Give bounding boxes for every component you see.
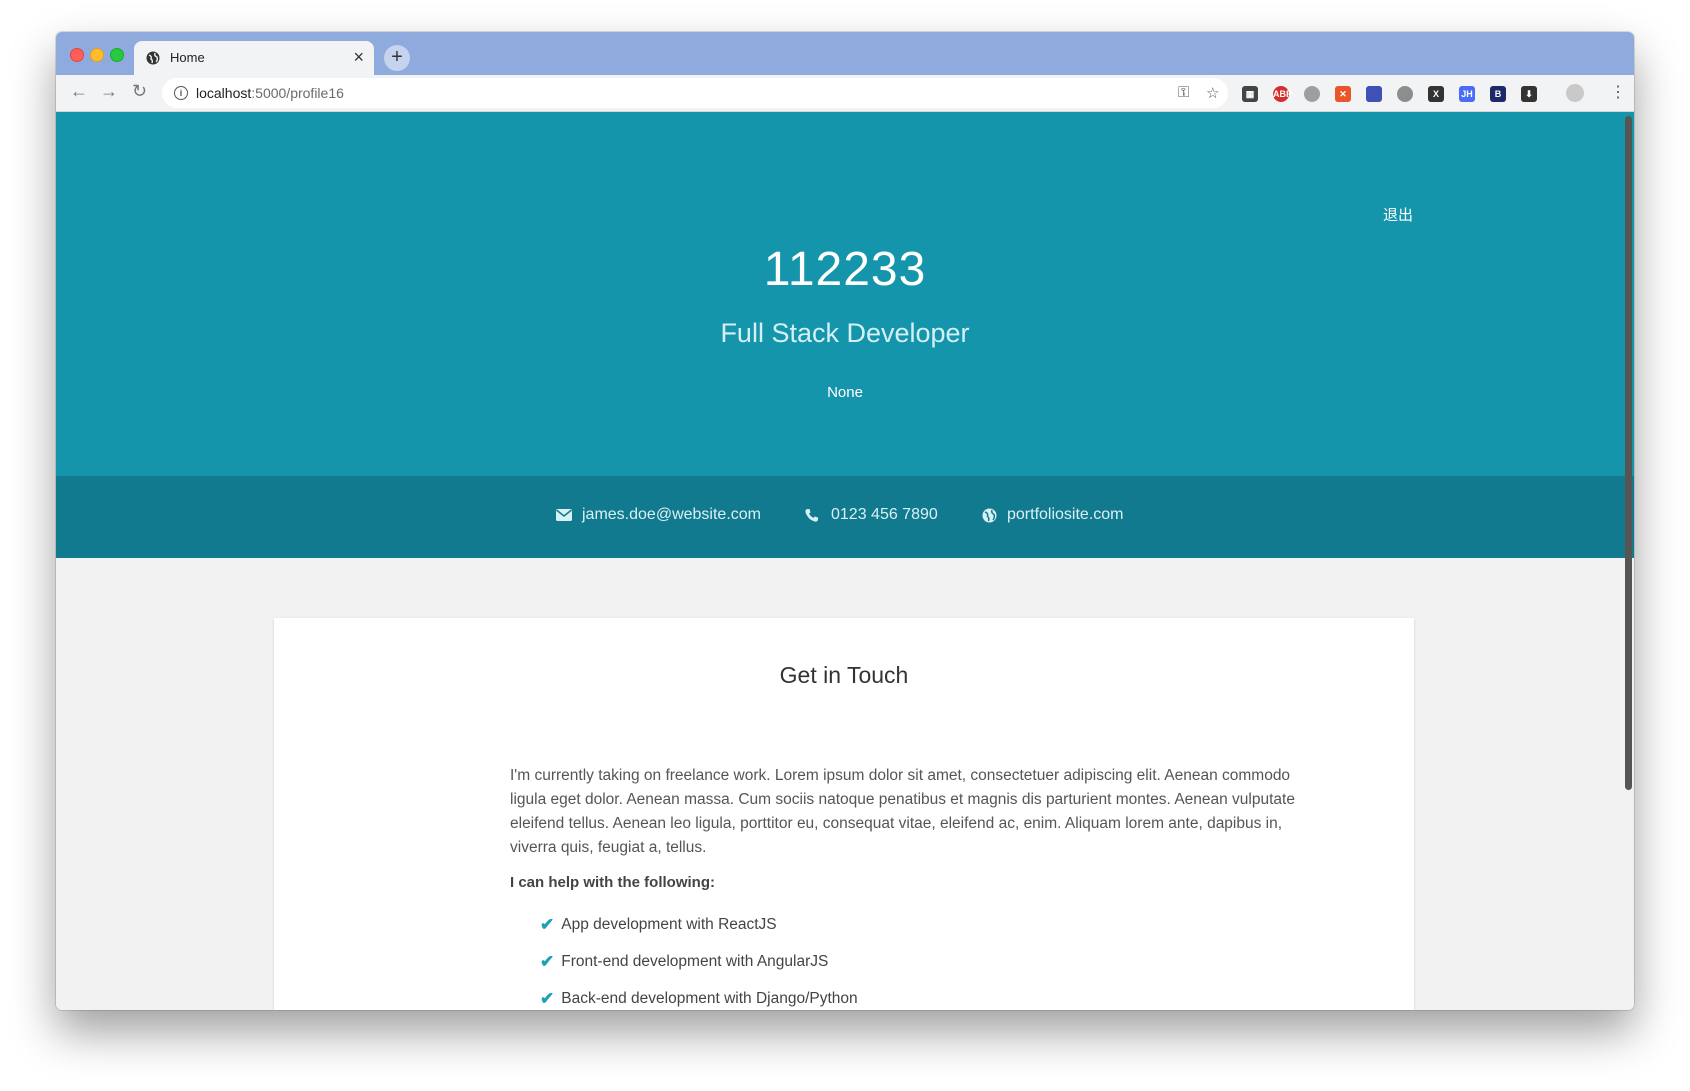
tagline: None — [827, 384, 863, 401]
browser-menu-icon[interactable]: ⋮ — [1610, 82, 1626, 102]
address-bar[interactable]: i localhost:5000/profile16 ⚿ ☆ — [162, 78, 1228, 108]
list-item: ✔ Front-end development with AngularJS — [540, 943, 858, 980]
browser-window: Home × + ← → ↻ i localhost:5000/profile1… — [56, 32, 1634, 1010]
phone-icon — [805, 508, 818, 522]
qr-extension-icon[interactable]: ▦ — [1242, 86, 1258, 102]
job-title: Full Stack Developer — [720, 318, 970, 348]
list-item: ✔ App development with ReactJS — [540, 906, 858, 943]
service-label: App development with ReactJS — [561, 915, 777, 933]
title-bar: Home × + — [56, 32, 1634, 75]
key-icon[interactable]: ⚿ — [1178, 84, 1189, 101]
back-arrow-icon[interactable]: ← — [70, 81, 88, 102]
contact-phone[interactable]: 0123 456 7890 — [804, 506, 938, 524]
profile-avatar-icon[interactable] — [1566, 84, 1584, 102]
phone-text: 0123 456 7890 — [831, 506, 938, 523]
globe-extension-icon[interactable] — [1304, 86, 1320, 102]
page-viewport: 退出 112233 Full Stack Developer None jame… — [56, 112, 1634, 1010]
tab-title: Home — [170, 50, 205, 65]
check-icon: ✔ — [540, 951, 555, 971]
services-list: ✔ App development with ReactJS ✔ Front-end… — [540, 906, 858, 1010]
contact-bar: james.doe@website.com 0123 456 7890 port… — [56, 476, 1634, 558]
jh-extension-icon[interactable]: JH — [1459, 86, 1475, 102]
services-heading: I can help with the following: — [510, 874, 715, 891]
check-icon: ✔ — [540, 914, 555, 934]
get-in-touch-card: Get in Touch I'm currently taking on fre… — [274, 618, 1414, 1010]
profile-header: 退出 112233 Full Stack Developer None — [56, 112, 1634, 476]
tab-close-icon[interactable]: × — [353, 46, 364, 68]
minimize-window-button[interactable] — [90, 48, 104, 62]
website-text: portfoliosite.com — [1007, 506, 1124, 523]
world-extension-icon[interactable] — [1397, 86, 1413, 102]
colorful-extension-icon[interactable] — [1366, 86, 1382, 102]
download-extension-icon[interactable]: ⬇ — [1521, 86, 1537, 102]
star-icon[interactable]: ☆ — [1206, 84, 1219, 102]
list-item: ✔ Back-end development with Django/Python — [540, 980, 858, 1010]
contact-email[interactable]: james.doe@website.com — [556, 506, 761, 524]
check-icon: ✔ — [540, 988, 555, 1008]
url-path: :5000/profile16 — [251, 85, 344, 101]
intro-paragraph: I'm currently taking on freelance work. … — [510, 767, 1295, 856]
url-text[interactable]: localhost:5000/profile16 — [196, 85, 344, 101]
browser-toolbar: ← → ↻ i localhost:5000/profile16 ⚿ ☆ ▦ AB… — [56, 75, 1634, 112]
info-icon[interactable]: i — [174, 86, 188, 100]
globe-icon — [146, 51, 160, 65]
scrollbar[interactable] — [1625, 116, 1632, 790]
new-tab-button[interactable]: + — [384, 45, 410, 71]
section-title: Get in Touch — [779, 662, 909, 688]
envelope-icon — [556, 509, 572, 521]
profile-name: 112233 — [763, 243, 927, 296]
close-window-button[interactable] — [70, 48, 84, 62]
globe-icon — [982, 508, 997, 522]
forward-arrow-icon[interactable]: → — [100, 81, 118, 102]
x-extension-icon[interactable]: X — [1428, 86, 1444, 102]
orange-extension-icon[interactable]: ✕ — [1335, 86, 1351, 102]
b-extension-icon[interactable]: B — [1490, 86, 1506, 102]
url-host: localhost — [196, 85, 252, 101]
email-text: james.doe@website.com — [582, 506, 761, 523]
tab-home[interactable]: Home × — [134, 41, 374, 75]
contact-website[interactable]: portfoliosite.com — [982, 506, 1124, 524]
service-label: Front-end development with AngularJS — [561, 952, 829, 970]
logout-link[interactable]: 退出 — [1383, 204, 1413, 225]
reload-icon[interactable]: ↻ — [132, 81, 147, 102]
maximize-window-button[interactable] — [110, 48, 124, 62]
adblock-extension-icon[interactable]: ABP — [1273, 86, 1292, 102]
service-label: Back-end development with Django/Python — [561, 989, 858, 1007]
